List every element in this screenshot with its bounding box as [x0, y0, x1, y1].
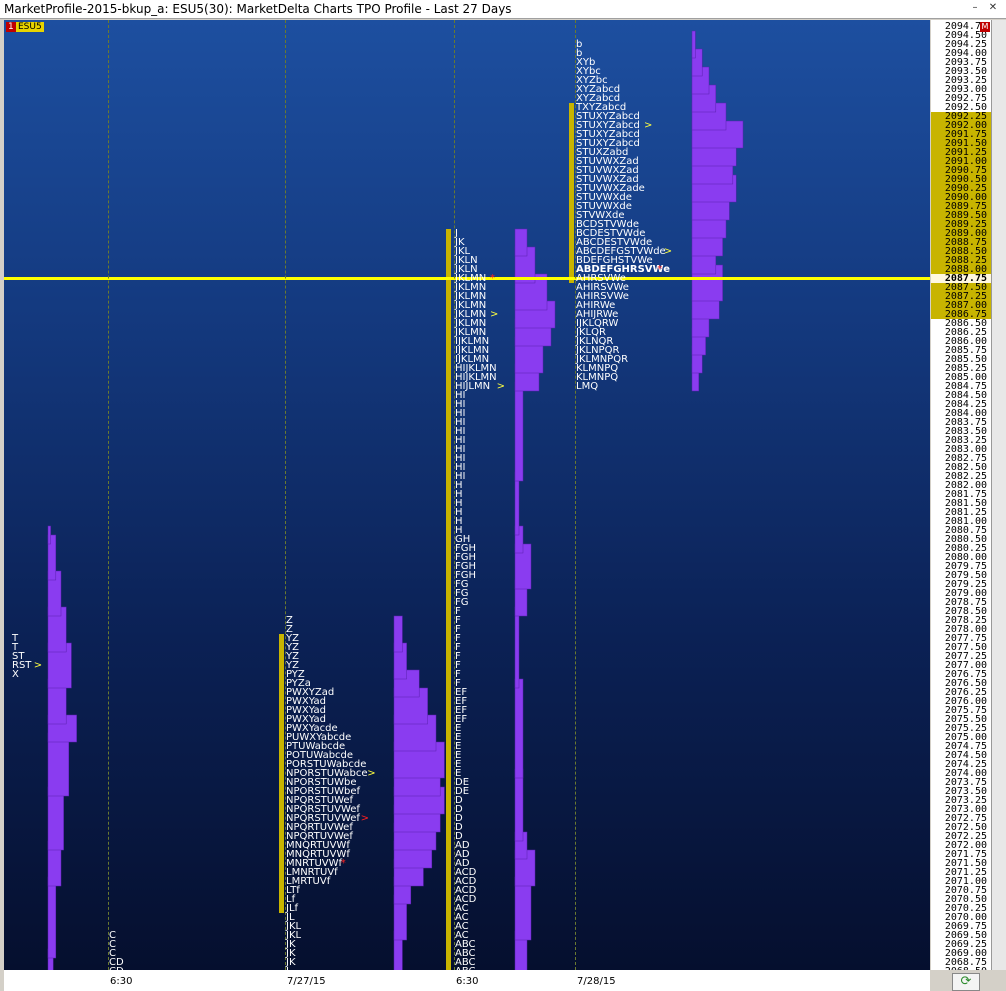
close-marker-icon: >	[496, 381, 505, 392]
m-button[interactable]: M	[980, 22, 990, 32]
x-label-1: 7/27/15	[287, 976, 326, 987]
close-marker-icon: >	[644, 120, 653, 131]
histogram-layer	[4, 30, 930, 970]
histogram-bar	[47, 732, 70, 797]
histogram-bar	[47, 525, 51, 545]
chart-number-badge: 1	[6, 22, 16, 32]
poc-marker-icon: *	[340, 858, 346, 869]
histogram-bar	[393, 615, 403, 653]
x-label-2: 6:30	[456, 976, 479, 987]
histogram-bar	[514, 606, 520, 689]
close-marker-icon: >	[367, 768, 376, 779]
histogram-bar	[514, 876, 532, 941]
title-bar: MarketProfile-2015-bkup_a: ESU5(30): Mar…	[0, 0, 1006, 19]
tpo-row: X	[12, 669, 19, 680]
window-title: MarketProfile-2015-bkup_a: ESU5(30): Mar…	[4, 2, 512, 16]
symbol-label: ESU5	[16, 22, 44, 32]
tpo-chart-area[interactable]: 1 ESU5 T T ST RST > X Z Z YZ YZ YZ YZ PYZ PYZa PWXYZad…	[4, 20, 930, 970]
session-divider	[108, 20, 109, 970]
close-marker-icon: >	[663, 246, 673, 257]
close-icon[interactable]: ✕	[986, 2, 1000, 14]
value-area-bar	[569, 103, 574, 283]
histogram-bar	[47, 786, 64, 851]
close-marker-icon: >	[33, 660, 43, 671]
value-area-bar	[446, 229, 451, 970]
histogram-bar	[691, 30, 696, 59]
price-tick: 2068.50	[931, 967, 991, 971]
histogram-bar	[514, 471, 520, 536]
x-label-3: 7/28/15	[577, 976, 616, 987]
price-axis[interactable]: 2094.75 2094.50 2094.25 2094.00 2093.75 2093.…	[931, 20, 991, 970]
histogram-bar	[514, 678, 524, 779]
histogram-bar	[47, 876, 57, 959]
time-axis: 6:30 7/27/15 6:30 7/28/15	[4, 970, 930, 991]
close-marker-icon: >	[490, 309, 499, 320]
poc-marker-icon: *	[490, 273, 495, 284]
vertical-scrollbar[interactable]	[991, 20, 1006, 970]
histogram-bar	[514, 768, 524, 842]
close-marker-icon: >	[360, 813, 369, 824]
histogram-bar	[514, 228, 528, 257]
x-label-0: 6:30	[110, 976, 133, 987]
poc-marker-icon: *	[657, 264, 663, 275]
value-area-bar	[279, 634, 284, 913]
refresh-icon[interactable]: ⟳	[952, 973, 980, 991]
tpo-row: LMQ	[576, 381, 599, 392]
histogram-bar	[514, 381, 524, 482]
minimize-icon[interactable]: –	[968, 2, 982, 14]
